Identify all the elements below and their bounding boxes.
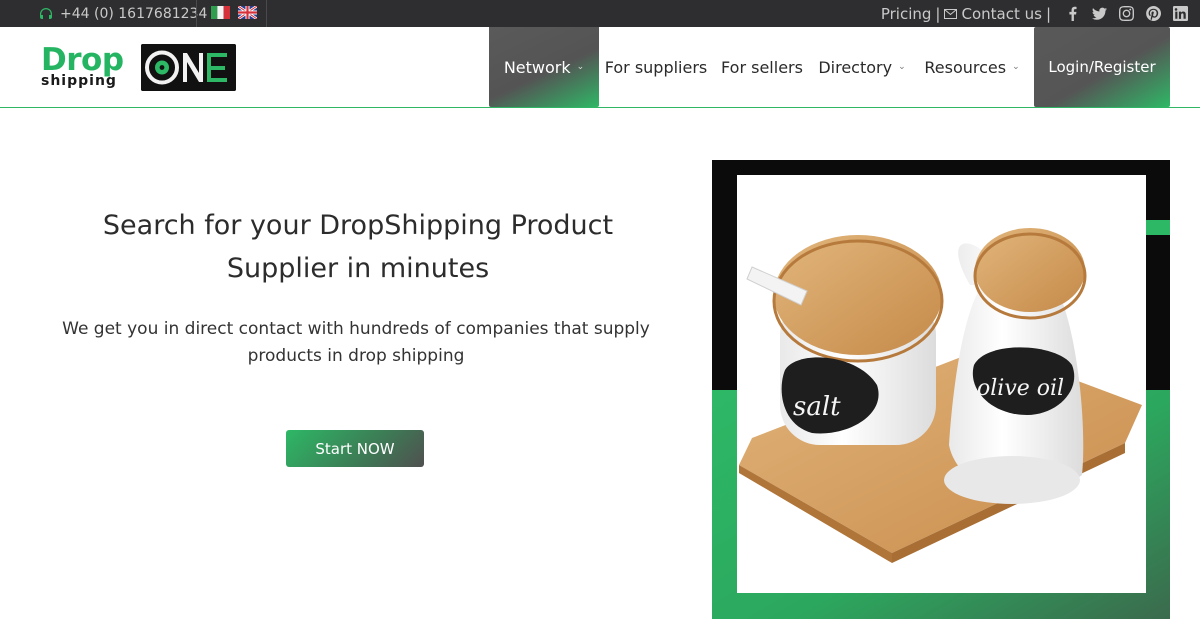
login-label: Login/Register bbox=[1048, 58, 1156, 76]
language-switcher bbox=[211, 6, 257, 19]
italy-flag-icon[interactable] bbox=[211, 6, 230, 19]
label-olive-oil: olive oil bbox=[977, 376, 1064, 401]
label-salt: salt bbox=[793, 392, 841, 422]
hero-subtitle: We get you in direct contact with hundre… bbox=[30, 316, 682, 370]
uk-flag-icon[interactable] bbox=[238, 6, 257, 19]
pricing-link[interactable]: Pricing bbox=[881, 5, 932, 23]
site-logo[interactable]: Drop shipping bbox=[41, 42, 237, 92]
linkedin-icon[interactable] bbox=[1173, 6, 1188, 21]
nav-for-sellers[interactable]: For sellers bbox=[720, 27, 804, 107]
nav-directory-label: Directory bbox=[818, 57, 893, 77]
login-register-button[interactable]: Login/Register bbox=[1034, 27, 1170, 107]
facebook-icon[interactable] bbox=[1065, 6, 1080, 21]
instagram-icon[interactable] bbox=[1119, 6, 1134, 21]
divider bbox=[196, 0, 197, 27]
chevron-down-icon: ⌄ bbox=[1012, 62, 1020, 72]
nav-resources-label: Resources bbox=[924, 57, 1007, 77]
nav-sellers-label: For sellers bbox=[721, 57, 803, 77]
divider-text: | bbox=[1045, 4, 1051, 23]
envelope-icon bbox=[944, 8, 958, 19]
start-now-label: Start NOW bbox=[315, 439, 395, 458]
nav-directory[interactable]: Directory ⌄ bbox=[816, 27, 908, 107]
pinterest-icon[interactable] bbox=[1146, 6, 1161, 21]
headset-icon bbox=[40, 7, 52, 19]
hero-sub-line2: products in drop shipping bbox=[247, 346, 465, 366]
phone-number: +44 (0) 1617681234 bbox=[60, 5, 208, 22]
hero-sub-line1: We get you in direct contact with hundre… bbox=[62, 319, 650, 339]
nav-for-suppliers[interactable]: For suppliers bbox=[604, 27, 708, 107]
twitter-icon[interactable] bbox=[1092, 6, 1107, 21]
logo-shipping-text: shipping bbox=[41, 73, 117, 89]
chevron-down-icon: ⌄ bbox=[576, 62, 585, 72]
product-photo: salt olive oil bbox=[737, 175, 1146, 593]
nav-network-label: Network bbox=[503, 57, 571, 77]
main-header: Drop shipping Network ⌄ For suppliers Fo… bbox=[0, 27, 1200, 108]
divider bbox=[266, 0, 267, 27]
nav-network[interactable]: Network ⌄ bbox=[489, 27, 599, 107]
phone-contact[interactable]: +44 (0) 1617681234 bbox=[38, 0, 207, 27]
hero-title-line1: Search for your DropShipping Product bbox=[102, 210, 614, 241]
divider-text: | bbox=[935, 4, 941, 23]
nav-suppliers-label: For suppliers bbox=[604, 57, 708, 77]
top-links: Pricing | Contact us | bbox=[881, 0, 1188, 27]
hero-title: Search for your DropShipping Product Sup… bbox=[40, 204, 676, 290]
chevron-down-icon: ⌄ bbox=[898, 62, 906, 72]
nav-resources[interactable]: Resources ⌄ bbox=[924, 27, 1020, 107]
logo-one-badge bbox=[141, 44, 236, 91]
hero-title-line2: Supplier in minutes bbox=[226, 253, 490, 284]
contact-link[interactable]: Contact us bbox=[961, 5, 1041, 23]
start-now-button[interactable]: Start NOW bbox=[286, 430, 424, 467]
top-bar: +44 (0) 1617681234 Pricing | Contact us … bbox=[0, 0, 1200, 27]
social-links bbox=[1065, 6, 1188, 21]
hero-image-frame: salt olive oil bbox=[712, 160, 1170, 619]
